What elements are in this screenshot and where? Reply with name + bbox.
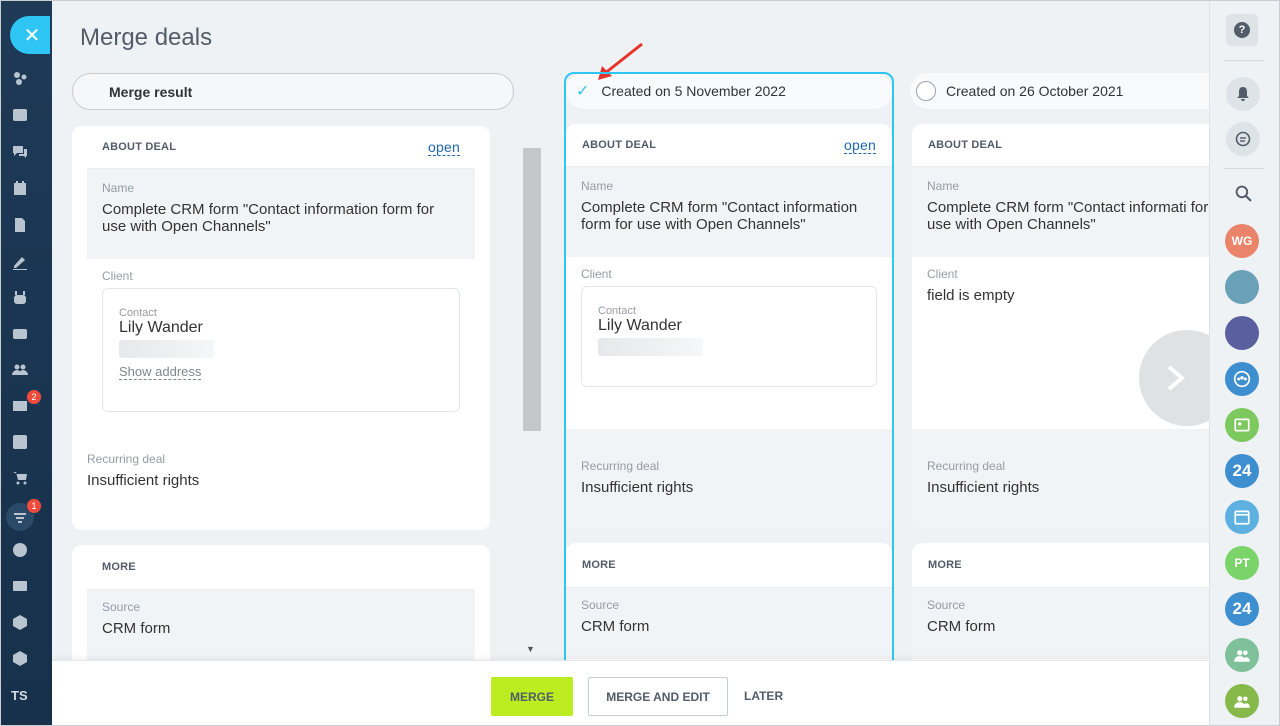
help-icon[interactable]: ? [1226,14,1258,46]
user-initials[interactable]: TS [11,688,28,703]
later-button[interactable]: LATER [744,689,783,703]
avatar-photo[interactable] [1225,270,1259,304]
client-field: Client Contact Lily Wander Show address [87,259,475,432]
name-value: Complete CRM form "Contact informati for… [927,199,1209,233]
feed-icon[interactable] [10,105,30,125]
footer-bar: MERGE MERGE AND EDIT LATER [52,660,1209,726]
left-sidebar: ✕ 2 1 TS [0,0,52,726]
source-label: Source [102,600,141,614]
store-icon[interactable] [10,324,30,344]
group-chat-icon[interactable] [1225,362,1259,396]
divider [1224,60,1264,61]
recurring-value: Insufficient rights [87,472,200,489]
mail-badge: 2 [26,389,42,405]
name-value: Complete CRM form "Contact information f… [102,201,435,235]
candidate-2-header[interactable]: Created on 26 October 2021 [910,73,1209,109]
contact-box: Contact Lily Wander Show address [102,288,460,412]
recurring-label: Recurring deal [87,452,166,466]
about-deal-heading: ABOUT DEAL [102,141,177,153]
chat-bubble-icon[interactable] [1226,122,1260,156]
name-label: Name [102,181,135,195]
users-group-icon[interactable] [1225,684,1259,718]
chat-icon[interactable] [10,142,30,162]
signature-icon[interactable] [10,252,30,272]
more-heading: MORE [928,559,962,571]
candidate-2-about-card: ABOUT DEAL Name Complete CRM form "Conta… [912,124,1209,528]
bell-icon[interactable] [1226,77,1260,111]
merge-and-edit-button[interactable]: MERGE AND EDIT [588,677,728,716]
more-heading: MORE [102,561,136,573]
avatar[interactable]: PT [1225,546,1259,580]
recurring-value: Insufficient rights [927,479,1040,496]
divider [1224,168,1264,169]
merge-button[interactable]: MERGE [491,677,573,716]
id-card-icon[interactable] [10,576,30,596]
contacts-icon[interactable] [10,360,30,380]
name-field: Name Complete CRM form "Contact informat… [87,168,475,259]
source-label: Source [927,598,966,612]
avatar[interactable]: WG [1225,224,1259,258]
client-label: Client [102,269,133,283]
close-icon[interactable]: ✕ [10,16,50,54]
show-address-link[interactable]: Show address [119,364,202,380]
page-title: Merge deals [80,24,213,51]
select-radio[interactable] [916,81,936,101]
name-label: Name [927,179,960,193]
client-value: field is empty [927,287,1015,304]
calendar-chat-icon[interactable] [1225,500,1259,534]
users-group-icon[interactable] [1225,638,1259,672]
recurring-field: Recurring deal Insufficient rights [912,429,1209,528]
funnel-badge: 1 [26,498,42,514]
help-glyph: ? [1234,22,1250,38]
merge-result-about-card: ABOUT DEAL open Name Complete CRM form "… [72,126,490,530]
about-deal-heading: ABOUT DEAL [928,139,1003,151]
right-sidebar: ? WG 24 PT 24 [1209,0,1280,726]
scrollbar-thumb[interactable] [523,148,541,431]
search-icon[interactable] [1226,176,1260,210]
contact-card-icon[interactable] [1225,408,1259,442]
source-field: Source CRM form [912,587,1209,659]
box-icon-2[interactable] [10,648,30,668]
selected-candidate-frame [564,72,894,672]
source-value: CRM form [927,618,996,635]
avatar-photo[interactable] [1225,316,1259,350]
name-field: Name Complete CRM form "Contact informat… [912,166,1209,257]
activity-stream-icon[interactable] [10,68,30,88]
open-link[interactable]: open [428,139,460,156]
tasks-icon[interactable] [10,432,30,452]
robot-icon[interactable] [10,288,30,308]
contact-name[interactable]: Lily Wander [119,319,443,336]
calendar-icon[interactable] [10,178,30,198]
merge-panel: Merge deals Merge result ABOUT DEAL open… [52,0,1209,726]
bitrix24-icon[interactable]: 24 [1225,592,1259,626]
candidate-2-created: Created on 26 October 2021 [946,83,1124,99]
cart-icon[interactable] [10,468,30,488]
document-icon[interactable] [10,215,30,235]
source-value: CRM form [102,620,171,637]
client-label: Client [927,267,958,281]
merge-result-header: Merge result [72,73,514,110]
bitrix24-icon[interactable]: 24 [1225,454,1259,488]
recurring-label: Recurring deal [927,459,1006,473]
box-icon[interactable] [10,612,30,632]
blurred-contact-detail [119,340,214,358]
source-field: Source CRM form [87,589,475,661]
recurring-field: Recurring deal Insufficient rights [72,432,490,509]
contact-label: Contact [119,307,157,319]
target-icon[interactable] [10,540,30,560]
scroll-down-arrow[interactable]: ▼ [526,644,535,654]
